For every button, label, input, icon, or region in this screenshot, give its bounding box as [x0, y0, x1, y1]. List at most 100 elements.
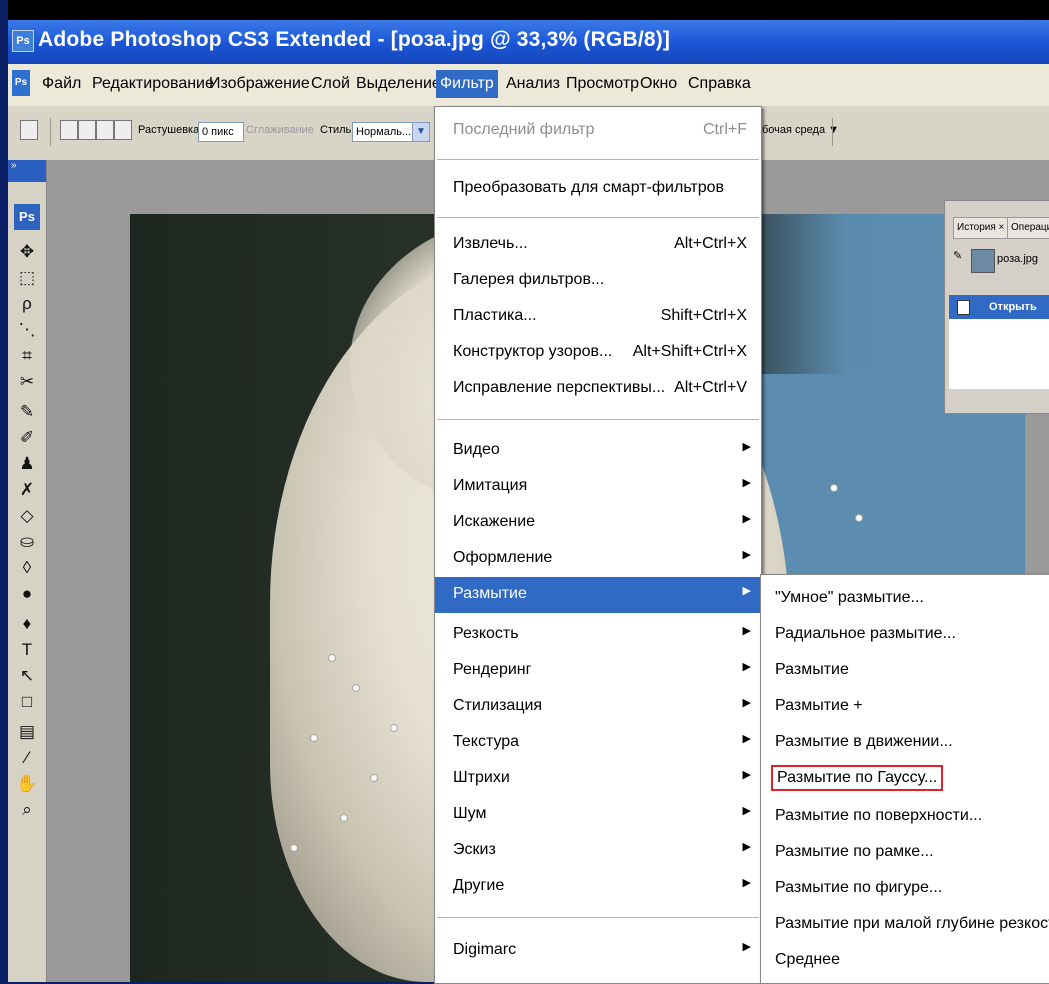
feather-input[interactable]: 0 пикс [198, 122, 244, 142]
paint-bucket-icon[interactable]: ⛀ [14, 530, 40, 554]
submenu-item-surface-blur[interactable]: Размытие по поверхности... [761, 799, 1049, 835]
menu-item-texture[interactable]: Текстура ▶ [435, 725, 761, 761]
snapshot-thumbnail[interactable] [971, 249, 995, 273]
menu-item-shortcut: Alt+Shift+Ctrl+X [632, 343, 747, 360]
marquee-preset-icon[interactable] [20, 120, 38, 140]
menu-item-distort[interactable]: Искажение ▶ [435, 505, 761, 541]
submenu-item-motion-blur[interactable]: Размытие в движении... [761, 725, 1049, 761]
menu-item-label: Резкость [453, 625, 519, 642]
menu-item-label: Исправление перспективы... [453, 379, 666, 396]
stamp-icon[interactable]: ♟ [14, 452, 40, 476]
tab-actions[interactable]: Операци [1007, 217, 1049, 239]
magic-wand-icon[interactable]: ⋱ [14, 318, 40, 342]
menu-view[interactable]: Просмотр [562, 70, 643, 98]
menu-help[interactable]: Справка [684, 70, 755, 98]
blur-submenu: "Умное" размытие... Радиальное размытие.… [760, 574, 1049, 984]
submenu-item-blur-more[interactable]: Размытие + [761, 689, 1049, 725]
menu-item-pattern-maker[interactable]: Конструктор узоров... Alt+Shift+Ctrl+X [435, 335, 761, 371]
eraser-icon[interactable]: ◇ [14, 504, 40, 528]
menu-filter[interactable]: Фильтр [436, 70, 498, 98]
water-drop [290, 844, 298, 852]
submenu-item-gaussian-blur[interactable]: Размытие по Гауссу... [761, 761, 1049, 797]
new-selection-icon[interactable] [60, 120, 78, 140]
notes-icon[interactable]: ▤ [14, 720, 40, 744]
menu-item-vanishing-point[interactable]: Исправление перспективы... Alt+Ctrl+V [435, 371, 761, 407]
workspace-menu[interactable]: бочая среда ▼ [762, 124, 839, 136]
style-select[interactable]: Нормаль... [352, 122, 416, 142]
menu-item-artistic[interactable]: Имитация ▶ [435, 469, 761, 505]
menu-item-video[interactable]: Видео ▶ [435, 433, 761, 469]
subtract-selection-icon[interactable] [96, 120, 114, 140]
move-icon[interactable]: ✥ [14, 240, 40, 264]
antialias-checkbox[interactable]: Сглаживание [246, 124, 314, 136]
menu-item-digimarc[interactable]: Digimarc ▶ [435, 933, 761, 969]
marquee-icon[interactable]: ⬚ [14, 266, 40, 290]
blur-tool-icon[interactable]: ◊ [14, 556, 40, 580]
menu-item-convert-smart[interactable]: Преобразовать для смарт-фильтров [435, 171, 761, 207]
menu-item-extract[interactable]: Извлечь... Alt+Ctrl+X [435, 227, 761, 263]
snapshot-brush-icon[interactable]: ✎ [953, 249, 962, 262]
slice-icon[interactable]: ✂ [14, 370, 40, 394]
healing-icon[interactable]: ✎ [14, 400, 40, 424]
menu-item-label: Размытие [775, 661, 849, 678]
tab-history[interactable]: История × [953, 217, 1013, 239]
type-icon[interactable]: T [14, 638, 40, 662]
snapshot-label[interactable]: роза.jpg [997, 253, 1038, 265]
lasso-icon[interactable]: ρ [14, 292, 40, 316]
submenu-arrow-icon: ▶ [742, 733, 751, 745]
eyedropper-icon[interactable]: ⁄ [14, 746, 40, 770]
pen-icon[interactable]: ♦ [14, 612, 40, 636]
menu-item-other[interactable]: Другие ▶ [435, 869, 761, 905]
menu-item-render[interactable]: Рендеринг ▶ [435, 653, 761, 689]
history-step-label: Открыть [989, 301, 1037, 313]
crop-icon[interactable]: ⌗ [14, 344, 40, 368]
shape-icon[interactable]: □ [14, 690, 40, 714]
submenu-item-smart-blur[interactable]: "Умное" размытие... [761, 581, 1049, 617]
menu-layer[interactable]: Слой [307, 70, 354, 98]
brush-icon[interactable]: ✐ [14, 426, 40, 450]
menu-item-filter-gallery[interactable]: Галерея фильтров... [435, 263, 761, 299]
menu-item-liquify[interactable]: Пластика... Shift+Ctrl+X [435, 299, 761, 335]
submenu-item-average[interactable]: Среднее [761, 943, 1049, 979]
intersect-selection-icon[interactable] [114, 120, 132, 140]
menu-item-stylize[interactable]: Стилизация ▶ [435, 689, 761, 725]
toolbox-header[interactable]: » [8, 160, 46, 182]
dodge-icon[interactable]: ● [14, 582, 40, 606]
add-selection-icon[interactable] [78, 120, 96, 140]
submenu-item-box-blur[interactable]: Размытие по рамке... [761, 835, 1049, 871]
submenu-item-shape-blur[interactable]: Размытие по фигуре... [761, 871, 1049, 907]
menu-edit[interactable]: Редактирование [88, 70, 218, 98]
menu-window[interactable]: Окно [636, 70, 681, 98]
hand-icon[interactable]: ✋ [14, 772, 40, 796]
menu-item-sketch[interactable]: Эскиз ▶ [435, 833, 761, 869]
submenu-item-lens-blur[interactable]: Размытие при малой глубине резкости... [761, 907, 1049, 943]
menu-file[interactable]: Файл [38, 70, 85, 98]
menu-item-brush-strokes[interactable]: Штрихи ▶ [435, 761, 761, 797]
panel-tabs: История × Операци [949, 217, 1049, 239]
menu-item-blur[interactable]: Размытие ▶ [435, 577, 761, 613]
chevron-down-icon[interactable]: ▼ [412, 122, 430, 142]
menu-item-noise[interactable]: Шум ▶ [435, 797, 761, 833]
submenu-item-blur[interactable]: Размытие [761, 653, 1049, 689]
water-drop [855, 514, 863, 522]
menu-item-last-filter[interactable]: Последний фильтр Ctrl+F [435, 113, 761, 149]
path-select-icon[interactable]: ↖ [14, 664, 40, 688]
toolbox: » Ps ✥ ⬚ ρ ⋱ ⌗ ✂ ✎ ✐ ♟ ✗ ◇ ⛀ ◊ ● ♦ T ↖ □… [8, 160, 47, 982]
app-menu-icon[interactable]: Ps [12, 70, 30, 96]
menu-item-label: Оформление [453, 549, 553, 566]
submenu-item-radial-blur[interactable]: Радиальное размытие... [761, 617, 1049, 653]
menu-analysis[interactable]: Анализ [502, 70, 564, 98]
menu-select[interactable]: Выделение [352, 70, 445, 98]
menu-item-shortcut: Alt+Ctrl+X [674, 235, 747, 252]
history-brush-icon[interactable]: ✗ [14, 478, 40, 502]
history-state-checkbox[interactable] [957, 300, 970, 315]
zoom-icon[interactable]: ⌕ [14, 798, 40, 822]
menu-item-stylize-frame[interactable]: Оформление ▶ [435, 541, 761, 577]
menu-item-label: Размытие по Гауссу... [771, 765, 944, 791]
menu-item-label: Искажение [453, 513, 536, 530]
menu-item-shortcut: Shift+Ctrl+X [660, 307, 747, 324]
history-step-open[interactable]: Открыть [949, 295, 1049, 319]
menu-image[interactable]: Изображение [205, 70, 314, 98]
menu-item-sharpen[interactable]: Резкость ▶ [435, 617, 761, 653]
toolbox-ps-logo[interactable]: Ps [14, 204, 40, 230]
